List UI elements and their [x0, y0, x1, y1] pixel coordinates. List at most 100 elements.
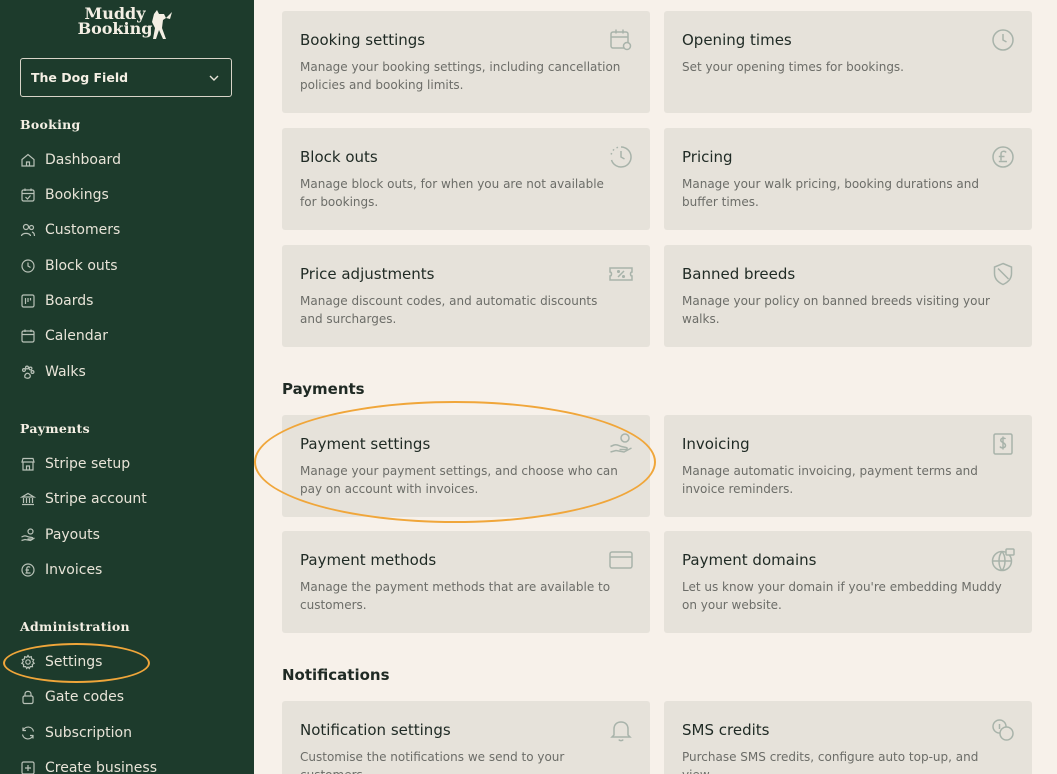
- chevron-down-icon: [209, 75, 219, 81]
- card-description: Purchase SMS credits, configure auto top…: [682, 750, 979, 774]
- card-title: Price adjustments: [300, 265, 435, 283]
- card-booking-settings[interactable]: Booking settings Manage your booking set…: [282, 11, 650, 113]
- sidebar-item-settings[interactable]: Settings: [20, 649, 234, 675]
- nav-heading-administration: Administration: [20, 619, 130, 634]
- card-title: Booking settings: [300, 31, 426, 49]
- card-description: Manage the payment methods that are avai…: [300, 580, 611, 612]
- bell-icon: [610, 721, 632, 742]
- section-title-notifications: Notifications: [282, 666, 390, 684]
- clock-icon: [21, 259, 35, 273]
- receipt-icon: [993, 433, 1013, 455]
- sidebar-item-label: Settings: [45, 654, 103, 670]
- settings-main: Booking settings Manage your booking set…: [254, 0, 1057, 774]
- card-block-outs[interactable]: Block outs Manage block outs, for when y…: [282, 128, 650, 230]
- paw-icon: [21, 365, 35, 379]
- card-opening-times[interactable]: Opening times Set your opening times for…: [664, 11, 1032, 113]
- section-title-payments: Payments: [282, 380, 365, 398]
- card-title: SMS credits: [682, 721, 770, 739]
- sidebar-item-label: Invoices: [45, 562, 103, 578]
- sidebar-item-label: Customers: [45, 222, 121, 238]
- sidebar-item-create-business[interactable]: Create business: [20, 755, 234, 774]
- sidebar-item-invoices[interactable]: Invoices: [20, 557, 234, 583]
- card-title: Payment settings: [300, 435, 431, 453]
- sidebar-item-block-outs[interactable]: Block outs: [20, 253, 234, 279]
- dog-logo-icon: [152, 10, 172, 39]
- card-description: Customise the notifications we send to y…: [300, 750, 565, 774]
- sidebar-item-label: Walks: [45, 364, 86, 380]
- sidebar-item-label: Stripe account: [45, 491, 147, 507]
- clock-icon: [992, 29, 1014, 51]
- sidebar-item-gate-codes[interactable]: Gate codes: [20, 684, 234, 710]
- ticket-percent-icon: [609, 267, 633, 281]
- calendar-check-icon: [21, 188, 35, 202]
- card-description: Manage automatic invoicing, payment term…: [682, 464, 978, 496]
- sidebar-item-stripe-account[interactable]: Stripe account: [20, 486, 234, 512]
- card-payment-domains[interactable]: Payment domains Let us know your domain …: [664, 531, 1032, 633]
- store-icon: [21, 457, 35, 471]
- refresh-icon: [21, 726, 35, 740]
- coins-icon: [992, 719, 1014, 741]
- card-description: Manage discount codes, and automatic dis…: [300, 294, 598, 326]
- sidebar-item-label: Create business: [45, 760, 157, 774]
- card-description: Let us know your domain if you're embedd…: [682, 580, 1002, 612]
- sidebar-item-label: Gate codes: [45, 689, 125, 705]
- card-title: Opening times: [682, 31, 792, 49]
- card-title: Block outs: [300, 148, 378, 166]
- sidebar-item-boards[interactable]: Boards: [20, 288, 234, 314]
- sidebar-item-calendar[interactable]: Calendar: [20, 323, 234, 349]
- sidebar-item-dashboard[interactable]: Dashboard: [20, 147, 234, 173]
- calendar-icon: [21, 329, 35, 343]
- card-description: Manage your policy on banned breeds visi…: [682, 294, 990, 326]
- sidebar-item-label: Calendar: [45, 328, 108, 344]
- card-title: Invoicing: [682, 435, 750, 453]
- logo-line-2: Booking: [77, 19, 153, 38]
- sidebar-item-customers[interactable]: Customers: [20, 217, 234, 243]
- card-sms-credits[interactable]: SMS credits Purchase SMS credits, config…: [664, 701, 1032, 774]
- card-description: Manage your payment settings, and choose…: [300, 464, 618, 496]
- card-pricing[interactable]: Pricing Manage your walk pricing, bookin…: [664, 128, 1032, 230]
- card-payment-settings[interactable]: Payment settings Manage your payment set…: [282, 415, 650, 517]
- sidebar-item-label: Stripe setup: [45, 456, 131, 472]
- globe-lock-icon: [991, 548, 1015, 572]
- sidebar-item-label: Dashboard: [45, 152, 121, 168]
- card-notification-settings[interactable]: Notification settings Customise the noti…: [282, 701, 650, 774]
- sidebar-item-stripe-setup[interactable]: Stripe setup: [20, 451, 234, 477]
- shield-off-icon: [993, 262, 1013, 286]
- sidebar-item-label: Boards: [45, 293, 94, 309]
- card-description: Manage block outs, for when you are not …: [300, 177, 604, 209]
- business-select[interactable]: The Dog Field: [20, 58, 232, 97]
- board-icon: [21, 294, 35, 308]
- lock-icon: [22, 690, 34, 705]
- card-description: Manage your walk pricing, booking durati…: [682, 177, 979, 209]
- card-invoicing[interactable]: Invoicing Manage automatic invoicing, pa…: [664, 415, 1032, 517]
- nav-heading-payments: Payments: [20, 421, 90, 436]
- card-description: Set your opening times for bookings.: [682, 60, 904, 74]
- brand-logo[interactable]: Muddy Booking: [76, 6, 180, 46]
- gear-icon: [20, 654, 36, 670]
- card-payment-methods[interactable]: Payment methods Manage the payment metho…: [282, 531, 650, 633]
- sidebar-item-bookings[interactable]: Bookings: [20, 182, 234, 208]
- home-icon: [21, 153, 35, 167]
- sidebar-item-label: Block outs: [45, 258, 118, 274]
- nav-heading-booking: Booking: [20, 117, 81, 132]
- business-select-value: The Dog Field: [31, 70, 129, 85]
- card-title: Pricing: [682, 148, 733, 166]
- sidebar-item-label: Subscription: [45, 725, 132, 741]
- sidebar-item-label: Payouts: [45, 527, 100, 543]
- bank-icon: [20, 492, 36, 506]
- card-title: Payment domains: [682, 551, 817, 569]
- logo-text: Muddy Booking: [76, 6, 154, 38]
- sidebar: Muddy Booking The Dog Field Booking Dash…: [0, 0, 254, 774]
- pound-circle-icon: [21, 563, 35, 577]
- sidebar-item-label: Bookings: [45, 187, 109, 203]
- plus-square-icon: [21, 761, 35, 774]
- calendar-gear-icon: [610, 29, 632, 51]
- sidebar-item-walks[interactable]: Walks: [20, 359, 234, 385]
- hand-coins-icon: [21, 528, 35, 542]
- card-price-adjustments[interactable]: Price adjustments Manage discount codes,…: [282, 245, 650, 347]
- sidebar-item-payouts[interactable]: Payouts: [20, 522, 234, 548]
- sidebar-item-subscription[interactable]: Subscription: [20, 720, 234, 746]
- card-banned-breeds[interactable]: Banned breeds Manage your policy on bann…: [664, 245, 1032, 347]
- card-title: Payment methods: [300, 551, 437, 569]
- users-icon: [20, 223, 36, 237]
